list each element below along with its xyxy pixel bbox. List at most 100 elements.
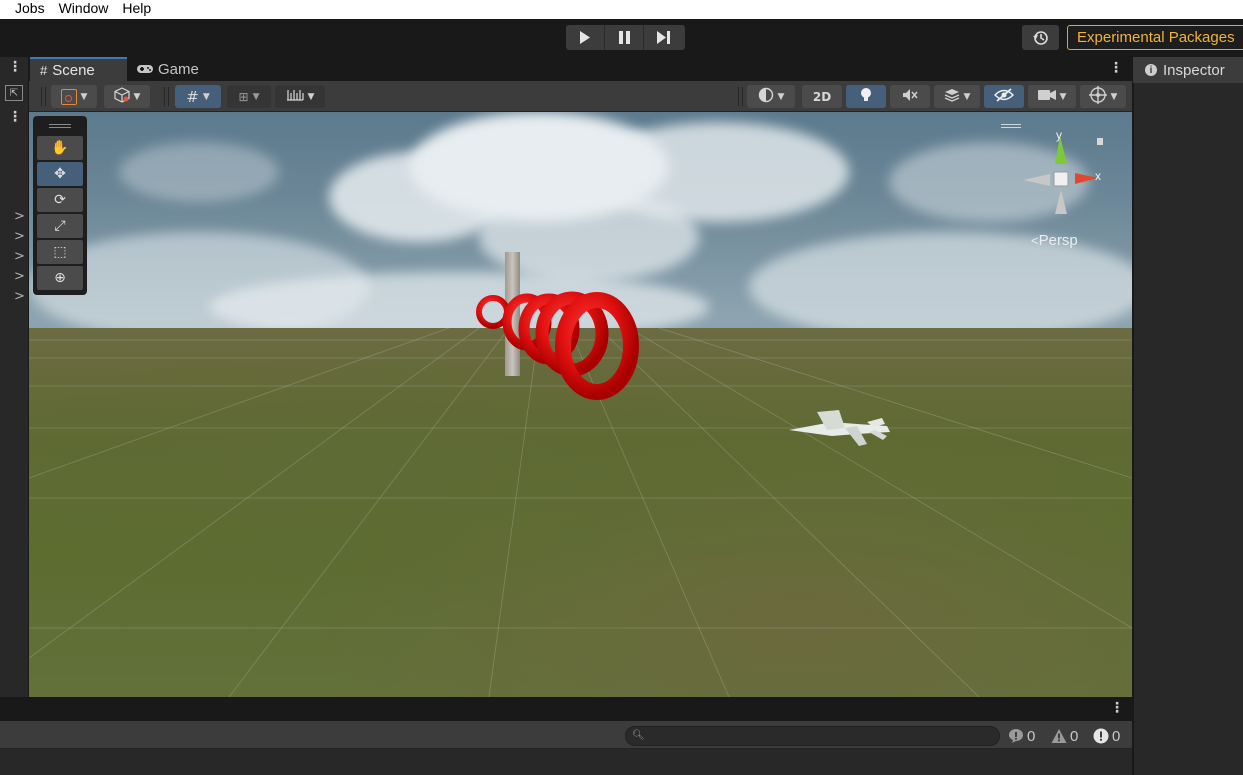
experimental-packages-button[interactable]: Experimental Packages (1067, 25, 1243, 50)
tab-game[interactable]: Game (137, 57, 217, 81)
overlay-toggle-icon[interactable]: ⇱ (5, 85, 23, 101)
chevron-down-icon: ▼ (1059, 91, 1067, 102)
info-message-icon (1008, 728, 1024, 744)
console-search-input[interactable]: 🔍︎ (625, 726, 1000, 746)
pivot-icon (60, 88, 77, 105)
main-toolbar: Experimental Packages (0, 19, 1243, 57)
warning-count: 0 (1070, 727, 1079, 745)
lightbulb-icon (860, 87, 872, 106)
y-axis-label: y (1056, 128, 1062, 142)
ruler-dropdown[interactable]: ▼ (275, 85, 325, 108)
chevron-down-icon: ▼ (252, 91, 260, 102)
expand-chevron-icon[interactable]: > (14, 289, 25, 304)
log-count: 0 (1027, 727, 1036, 745)
scale-tool-button[interactable]: ⤢ (37, 214, 83, 238)
kebab-menu-icon[interactable]: ⋮ (8, 59, 22, 75)
red-rings-object[interactable] (469, 284, 669, 414)
expand-chevron-icon[interactable]: > (14, 209, 25, 224)
chevron-down-icon: ▼ (777, 91, 785, 102)
camera-settings-dropdown[interactable]: ▼ (1028, 85, 1076, 108)
ruler-icon (286, 89, 304, 104)
global-local-dropdown[interactable]: ▼ (104, 85, 150, 108)
info-icon: i (1145, 64, 1157, 76)
pause-button[interactable] (605, 25, 644, 50)
hidden-eye-icon (993, 88, 1015, 105)
tools-drag-handle[interactable] (49, 124, 71, 128)
pause-icon (618, 31, 630, 44)
left-tool-strip: ⋮ ⇱ ⋮ > > > > > (0, 57, 28, 697)
grid-icon: # (40, 62, 48, 78)
error-icon (1093, 728, 1109, 744)
menu-jobs[interactable]: Jobs (0, 0, 59, 19)
projection-label: Persp (1038, 232, 1078, 249)
expand-chevron-icon[interactable]: > (14, 249, 25, 264)
warning-icon (1051, 728, 1067, 744)
move-tool-button[interactable]: ✥ (37, 162, 83, 186)
hand-tool-button[interactable]: ✋ (37, 136, 83, 160)
step-button[interactable] (644, 25, 683, 50)
snap-magnet-icon: ⊞ (238, 89, 249, 104)
tools-overlay: ✋ ✥ ⟳ ⤢ ⬚ ⊕ (33, 116, 87, 295)
gamepad-icon (137, 62, 153, 77)
step-icon (657, 31, 670, 44)
tab-game-label: Game (158, 60, 199, 78)
scene-visibility-toggle[interactable] (984, 85, 1024, 108)
chevron-down-icon: ▼ (1110, 91, 1118, 102)
expand-chevron-icon[interactable]: > (14, 229, 25, 244)
airplane-object[interactable] (787, 408, 897, 448)
play-icon (580, 31, 590, 44)
lighting-toggle[interactable] (846, 85, 886, 108)
menu-window[interactable]: Window (59, 0, 123, 19)
rotate-icon: ⟳ (54, 192, 66, 208)
transform-tool-button[interactable]: ⊕ (37, 266, 83, 290)
mode-2d-toggle[interactable]: 2D (802, 85, 842, 108)
projection-toggle[interactable]: <Persp (1031, 232, 1078, 249)
tool-handle-dropdown[interactable]: ▼ (51, 85, 97, 108)
shading-mode-icon (758, 87, 774, 106)
rotate-tool-button[interactable]: ⟳ (37, 188, 83, 212)
x-axis-label: x (1095, 169, 1101, 183)
chevron-down-icon: ▼ (133, 91, 141, 102)
rect-tool-button[interactable]: ⬚ (37, 240, 83, 264)
perspective-icon: < (1031, 233, 1039, 248)
cube-icon (113, 87, 130, 106)
console-menu-icon[interactable]: ⋮ (1110, 700, 1124, 716)
console-toolbar: 🔍︎ 0 0 0 (0, 721, 1132, 749)
gizmos-dropdown[interactable]: ▼ (1080, 85, 1126, 108)
warning-count-toggle[interactable]: 0 (1051, 727, 1078, 745)
scene-view-toolbar: ▼ ▼ # ▼ ⊞ ▼ ▼ ▼ 2D ▼ ▼ ▼ (29, 81, 1132, 112)
menu-help[interactable]: Help (122, 0, 165, 19)
tab-inspector[interactable]: i Inspector (1133, 57, 1243, 83)
gizmos-icon (1088, 86, 1107, 107)
transform-icon: ⊕ (54, 270, 66, 286)
move-arrows-icon: ✥ (54, 166, 66, 182)
undo-history-button[interactable] (1022, 25, 1059, 50)
effects-dropdown[interactable]: ▼ (934, 85, 980, 108)
camera-icon (1037, 89, 1056, 104)
scene-viewport[interactable] (29, 112, 1132, 697)
scene-panel-menu-icon[interactable]: ⋮ (1109, 60, 1123, 76)
inspector-title: Inspector (1163, 61, 1225, 79)
effects-layers-icon (944, 88, 960, 105)
tab-scene-label: Scene (52, 61, 95, 79)
overlay-menu-icon[interactable]: ⋮ (8, 109, 22, 125)
grid-snapping-toggle[interactable]: # ▼ (175, 85, 221, 108)
error-count-toggle[interactable]: 0 (1093, 727, 1120, 745)
console-tab-bar: ⋮ (0, 697, 1132, 721)
search-icon: 🔍︎ (632, 730, 645, 741)
history-icon (1032, 30, 1048, 45)
draw-mode-dropdown[interactable]: ▼ (747, 85, 795, 108)
scene-tab-bar: # Scene Game ⋮ (29, 57, 1132, 81)
playmode-controls (566, 25, 685, 50)
grid-snap-icon: # (186, 87, 199, 106)
audio-toggle[interactable] (890, 85, 930, 108)
expand-chevron-icon[interactable]: > (14, 269, 25, 284)
log-count-toggle[interactable]: 0 (1008, 727, 1035, 745)
audio-mute-icon (902, 88, 918, 105)
play-button[interactable] (566, 25, 605, 50)
orientation-gizmo[interactable]: y x (993, 124, 1103, 234)
menu-bar: Jobs Window Help (0, 0, 1243, 19)
inspector-panel (1133, 57, 1243, 775)
increment-snapping-toggle[interactable]: ⊞ ▼ (227, 85, 271, 108)
tab-scene[interactable]: # Scene (30, 57, 127, 81)
